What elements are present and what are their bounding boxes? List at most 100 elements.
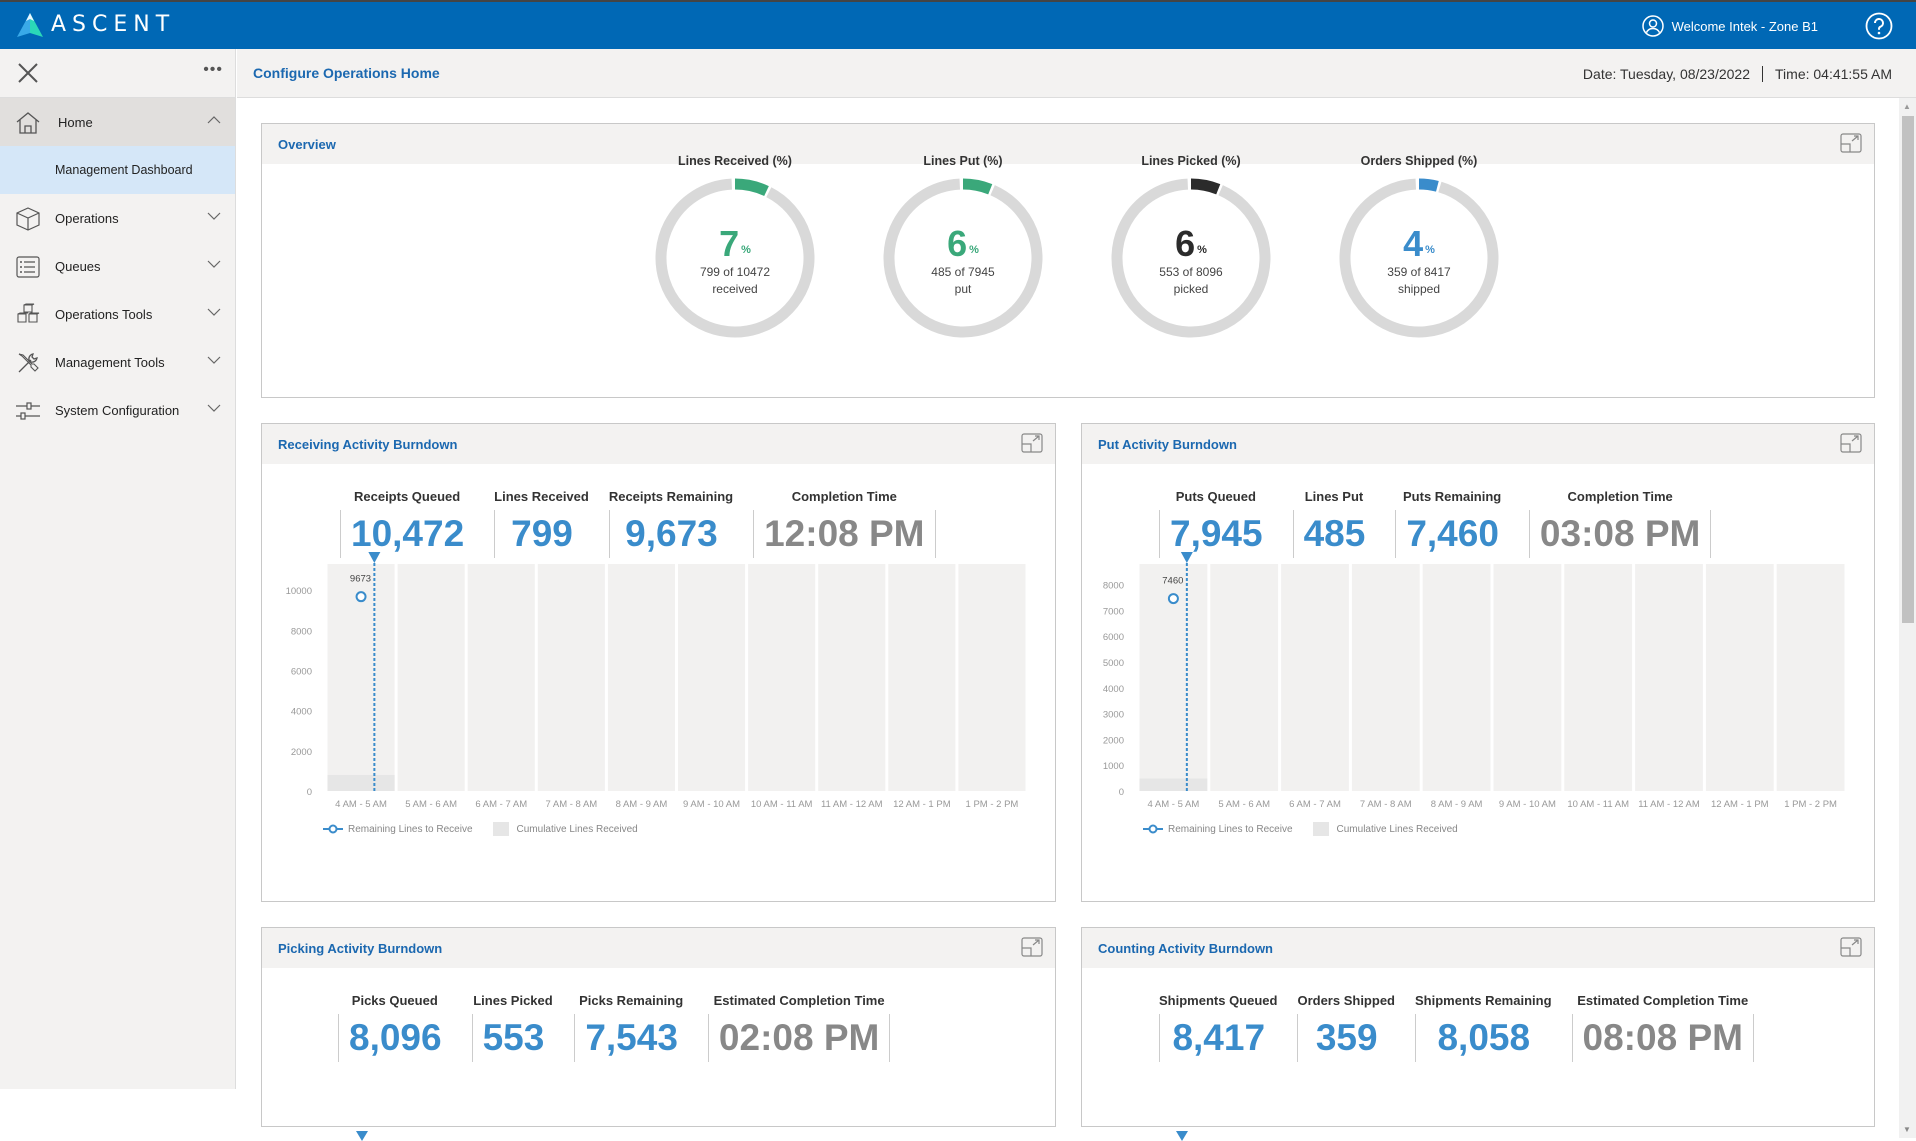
separator — [1762, 66, 1764, 82]
sidebar-item-operations[interactable]: Operations — [0, 194, 235, 242]
kpi-label: Shipments Remaining — [1415, 993, 1552, 1008]
x-tick-label: 9 AM - 10 AM — [1499, 799, 1556, 810]
kpi-label: Puts Queued — [1175, 489, 1256, 504]
column-band — [467, 564, 535, 791]
card-title: Receiving Activity Burndown — [278, 437, 458, 452]
date-time: Date: Tuesday, 08/23/2022 Time: 04:41:55 … — [1583, 66, 1892, 82]
scrollbar-thumb[interactable] — [1902, 116, 1914, 623]
sidebar-item-operations-tools[interactable]: Operations Tools — [0, 290, 235, 338]
expand-icon[interactable] — [1021, 937, 1043, 957]
sidebar-item-label: Management Dashboard — [55, 163, 193, 177]
expand-icon[interactable] — [1021, 433, 1043, 453]
gauge-detail: 359 of 8417 — [1387, 265, 1451, 279]
legend-label: Cumulative Lines Received — [1336, 823, 1458, 835]
user-menu[interactable]: Welcome Intek - Zone B1 — [1641, 15, 1818, 37]
card-header: Overview — [262, 124, 1874, 164]
more-options-icon[interactable]: ••• — [203, 61, 223, 79]
kpi-label: Orders Shipped — [1297, 993, 1395, 1008]
boxes-icon — [17, 303, 40, 323]
legend-bar-swatch — [1312, 822, 1329, 836]
kpi-tile: Picks Queued 8,096 — [328, 990, 462, 1062]
vertical-scrollbar[interactable]: ▲ ▼ — [1899, 98, 1916, 1138]
sidebar: ••• Home Management Dashboard Operations… — [0, 49, 236, 1089]
y-tick-label: 10000 — [286, 586, 312, 597]
overview-card: Overview Lines Received (%) 7% 799 of 1047… — [261, 123, 1875, 398]
welcome-text: Welcome Intek - Zone B1 — [1671, 18, 1818, 34]
gauge-percent: 4% — [1329, 224, 1509, 264]
kpi-label: Lines Put — [1304, 489, 1364, 504]
help-icon — [1865, 12, 1893, 40]
page-header: Configure Operations Home Date: Tuesday,… — [237, 49, 1916, 98]
x-tick-label: 1 PM - 2 PM — [1784, 799, 1837, 810]
gauge: Lines Picked (%) 6% 553 of 8096 picked — [1101, 154, 1281, 340]
chevron-down-icon[interactable] — [207, 403, 221, 413]
remaining-line-point — [1167, 593, 1179, 605]
kpi-label: Picks Remaining — [579, 993, 684, 1008]
ascent-logo[interactable]: ASCENT — [17, 12, 175, 37]
expand-icon[interactable] — [1840, 937, 1862, 957]
chevron-down-icon[interactable] — [207, 211, 221, 221]
help-button[interactable] — [1865, 12, 1893, 45]
gauge-percent-value: 7 — [719, 223, 740, 264]
kpi-row: Shipments Queued 8,417 Orders Shipped 359 Sh… — [1149, 990, 1764, 1062]
percent-sign: % — [741, 244, 751, 256]
data-label: 9673 — [350, 574, 371, 585]
current-time-marker — [356, 1131, 368, 1141]
column-band — [1776, 564, 1845, 791]
chart-legend: Remaining Lines to Receive Cumulative Li… — [322, 822, 638, 836]
counting-burndown-card: Counting Activity Burndown Shipments Que… — [1081, 927, 1875, 1141]
column-band — [1635, 564, 1703, 791]
chevron-down-icon[interactable] — [207, 307, 221, 317]
brand-name: ASCENT — [51, 12, 176, 37]
expand-icon[interactable] — [1840, 133, 1862, 153]
x-tick-label: 12 AM - 1 PM — [1711, 799, 1769, 810]
sidebar-item-label: Operations — [55, 210, 119, 226]
x-tick-label: 11 AM - 12 AM — [1638, 799, 1700, 810]
user-icon — [1641, 15, 1664, 37]
column-band — [1705, 564, 1774, 791]
card-header: Receiving Activity Burndown — [262, 424, 1055, 464]
expand-icon[interactable] — [1840, 433, 1862, 453]
y-tick-label: 3000 — [1103, 710, 1124, 721]
chevron-down-icon[interactable] — [207, 355, 221, 365]
kpi-tile: Estimated Completion Time 02:08 PM — [698, 990, 900, 1062]
gauge-percent-value: 6 — [1175, 223, 1196, 264]
chevron-down-icon[interactable] — [207, 259, 221, 269]
kpi-tile: Orders Shipped 359 — [1287, 990, 1405, 1062]
percent-sign: % — [969, 244, 979, 256]
sidebar-item-home[interactable]: Home — [0, 98, 235, 146]
y-tick-label: 6000 — [1103, 632, 1124, 643]
column-band — [397, 564, 465, 791]
sidebar-item-management-dashboard[interactable]: Management Dashboard — [0, 146, 235, 194]
kpi-value: 7,543 — [574, 1014, 688, 1062]
scroll-down-arrow-icon[interactable]: ▼ — [1903, 1125, 1911, 1134]
sidebar-item-management-tools[interactable]: Management Tools — [0, 338, 235, 386]
kpi-label: Estimated Completion Time — [713, 993, 885, 1008]
x-tick-label: 5 AM - 6 AM — [405, 799, 457, 810]
x-tick-label: 8 AM - 9 AM — [616, 799, 668, 810]
kpi-label: Estimated Completion Time — [1577, 993, 1749, 1008]
sidebar-item-label: Queues — [55, 258, 101, 274]
kpi-value: 02:08 PM — [707, 1014, 891, 1062]
scroll-up-arrow-icon[interactable]: ▲ — [1903, 102, 1911, 111]
percent-sign: % — [1197, 244, 1207, 256]
column-band — [1281, 564, 1349, 791]
sidebar-item-queues[interactable]: Queues — [0, 242, 235, 290]
sidebar-item-system-configuration[interactable]: System Configuration — [0, 386, 235, 434]
column-band — [1493, 564, 1562, 791]
close-icon[interactable] — [17, 62, 39, 84]
sidebar-toolbar: ••• — [0, 49, 235, 98]
percent-sign: % — [1425, 244, 1435, 256]
date-text: Date: Tuesday, 08/23/2022 — [1582, 66, 1751, 82]
kpi-value: 553 — [471, 1014, 555, 1062]
gauge-detail: 553 of 8096 — [1159, 265, 1223, 279]
gauge-title: Orders Shipped (%) — [1360, 154, 1478, 168]
column-band — [607, 564, 675, 791]
gauge: Lines Received (%) 7% 799 of 10472 received — [645, 154, 825, 340]
gauge: Orders Shipped (%) 4% 359 of 8417 shipped — [1329, 154, 1509, 340]
chevron-up-icon[interactable] — [207, 115, 221, 125]
kpi-row: Picks Queued 8,096 Lines Picked 553 Picks Re… — [328, 990, 900, 1062]
y-tick-label: 6000 — [291, 666, 312, 677]
column-band — [1210, 564, 1279, 791]
gauge-center: 6% 553 of 8096 picked — [1101, 224, 1281, 298]
